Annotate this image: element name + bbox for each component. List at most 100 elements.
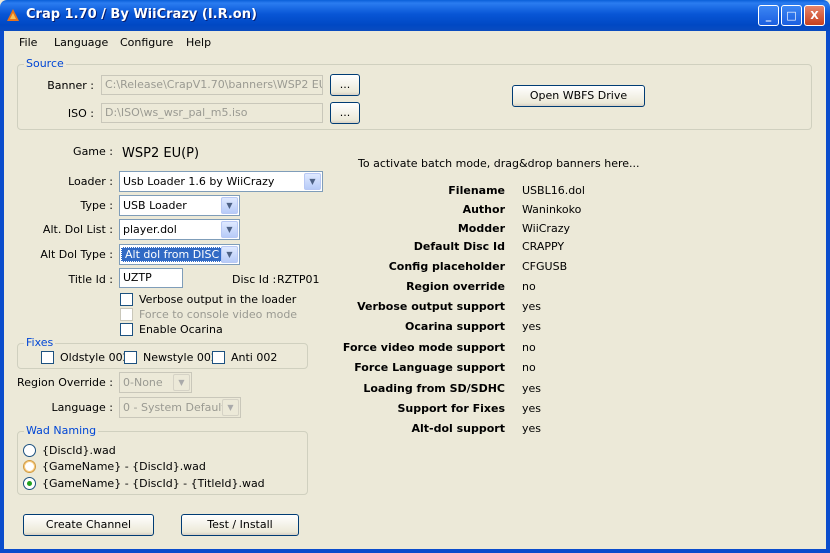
info-key-ocarina: Ocarina support: [405, 320, 505, 333]
info-value-force-video: no: [522, 341, 536, 354]
fixes-group-title: Fixes: [24, 336, 56, 349]
region-override-value: 0-None: [123, 376, 163, 389]
ocarina-checkbox[interactable]: [120, 323, 133, 336]
info-key-filename: Filename: [448, 184, 505, 197]
anti-checkbox[interactable]: [212, 351, 225, 364]
info-value-config-placeholder: CFGUSB: [522, 260, 568, 273]
title-id-label: Title Id :: [68, 273, 114, 286]
language-select[interactable]: 0 - System Default ▼: [119, 397, 241, 418]
wad-naming-option-1: {DiscId}.wad: [42, 444, 116, 457]
type-select[interactable]: USB Loader ▼: [119, 195, 240, 216]
iso-label: ISO :: [67, 107, 94, 120]
anti-label: Anti 002: [231, 351, 278, 364]
info-value-region-override: no: [522, 280, 536, 293]
window-frame-left: [0, 31, 4, 553]
verbose-checkbox[interactable]: [120, 293, 133, 306]
wad-naming-group-title: Wad Naming: [24, 424, 99, 437]
language-label: Language :: [51, 401, 114, 414]
verbose-label: Verbose output in the loader: [139, 293, 297, 306]
chevron-down-icon[interactable]: ▼: [222, 399, 239, 416]
newstyle-label: Newstyle 002: [143, 351, 218, 364]
alt-dol-list-label: Alt. Dol List :: [42, 223, 113, 236]
force-console-label: Force to console video mode: [139, 308, 298, 321]
wad-naming-radio-1[interactable]: [23, 444, 36, 457]
info-value-support-fixes: yes: [522, 402, 542, 415]
title-bar[interactable]: Crap 1.70 / By WiiCrazy (I.R.on) _ □ X: [0, 0, 830, 31]
info-key-loading-sd: Loading from SD/SDHC: [363, 382, 505, 395]
oldstyle-label: Oldstyle 002: [60, 351, 130, 364]
loader-label: Loader :: [68, 175, 113, 188]
alt-dol-type-label: Alt Dol Type :: [40, 248, 113, 261]
create-channel-button[interactable]: Create Channel: [23, 514, 154, 536]
loader-select[interactable]: Usb Loader 1.6 by WiiCrazy ▼: [119, 171, 323, 192]
region-override-select[interactable]: 0-None ▼: [119, 372, 192, 393]
loader-value: Usb Loader 1.6 by WiiCrazy: [123, 175, 275, 188]
alt-dol-list-select[interactable]: player.dol ▼: [119, 219, 240, 240]
wad-naming-option-3: {GameName} - {DiscId} - {TitleId}.wad: [42, 477, 265, 490]
info-value-alt-dol: yes: [522, 422, 542, 435]
maximize-button[interactable]: □: [781, 5, 802, 26]
info-key-support-fixes: Support for Fixes: [397, 402, 505, 415]
info-key-verbose-output: Verbose output support: [357, 300, 505, 313]
info-key-alt-dol: Alt-dol support: [411, 422, 505, 435]
window-frame-right: [826, 31, 830, 553]
info-value-author: Waninkoko: [522, 203, 582, 216]
info-value-default-disc-id: CRAPPY: [522, 240, 565, 253]
oldstyle-checkbox[interactable]: [41, 351, 54, 364]
window-frame-bottom: [0, 549, 830, 553]
chevron-down-icon[interactable]: ▼: [221, 197, 238, 214]
banner-field[interactable]: C:\Release\CrapV1.70\banners\WSP2 EU(P): [101, 75, 323, 95]
info-value-filename: USBL16.dol: [522, 184, 585, 197]
info-value-modder: WiiCrazy: [522, 222, 570, 235]
batch-mode-hint: To activate batch mode, drag&drop banner…: [358, 157, 640, 170]
minimize-button[interactable]: _: [758, 5, 779, 26]
chevron-down-icon[interactable]: ▼: [221, 221, 238, 238]
info-key-default-disc-id: Default Disc Id: [413, 240, 505, 253]
alt-dol-type-value: Alt dol from DISC: [121, 247, 224, 262]
menu-language[interactable]: Language: [54, 36, 108, 49]
iso-field[interactable]: D:\ISO\ws_wsr_pal_m5.iso: [101, 103, 323, 123]
alt-dol-type-select[interactable]: Alt dol from DISC ▼: [119, 244, 240, 265]
game-value: WSP2 EU(P): [122, 146, 200, 161]
radio-selected-dot: [27, 481, 32, 486]
wad-naming-radio-3[interactable]: [23, 477, 36, 490]
info-key-modder: Modder: [457, 222, 505, 235]
language-value: 0 - System Default: [123, 401, 226, 414]
test-install-button[interactable]: Test / Install: [181, 514, 299, 536]
info-key-region-override: Region override: [406, 280, 505, 293]
menu-configure[interactable]: Configure: [120, 36, 173, 49]
menu-file[interactable]: File: [19, 36, 37, 49]
ocarina-label: Enable Ocarina: [139, 323, 223, 336]
menu-bar: File Language Configure Help: [4, 31, 826, 53]
open-wbfs-drive-button[interactable]: Open WBFS Drive: [512, 85, 645, 107]
banner-browse-button[interactable]: ...: [330, 74, 360, 96]
chevron-down-icon[interactable]: ▼: [221, 246, 238, 263]
app-icon: [7, 9, 19, 21]
info-value-loading-sd: yes: [522, 382, 542, 395]
close-button[interactable]: X: [804, 5, 825, 26]
info-key-force-language: Force Language support: [354, 361, 505, 374]
disc-id-value: RZTP01: [277, 273, 320, 286]
newstyle-checkbox[interactable]: [124, 351, 137, 364]
chevron-down-icon[interactable]: ▼: [304, 173, 321, 190]
info-value-ocarina: yes: [522, 320, 542, 333]
chevron-down-icon[interactable]: ▼: [173, 374, 190, 391]
menu-help[interactable]: Help: [186, 36, 211, 49]
info-key-author: Author: [462, 203, 505, 216]
banner-label: Banner :: [47, 79, 94, 92]
title-id-field[interactable]: UZTP: [119, 268, 183, 288]
disc-id-label: Disc Id :: [232, 273, 277, 286]
type-label: Type :: [80, 199, 113, 212]
game-label: Game :: [73, 145, 113, 158]
wad-naming-radio-2[interactable]: [23, 460, 36, 473]
source-group-title: Source: [24, 57, 66, 70]
info-key-force-video: Force video mode support: [342, 341, 505, 354]
info-value-verbose-output: yes: [522, 300, 542, 313]
region-override-label: Region Override :: [17, 376, 113, 389]
window-title: Crap 1.70 / By WiiCrazy (I.R.on): [26, 7, 257, 22]
force-console-checkbox[interactable]: [120, 308, 133, 321]
info-key-config-placeholder: Config placeholder: [388, 260, 505, 273]
info-value-force-language: no: [522, 361, 536, 374]
alt-dol-list-value: player.dol: [123, 223, 177, 236]
iso-browse-button[interactable]: ...: [330, 102, 360, 124]
